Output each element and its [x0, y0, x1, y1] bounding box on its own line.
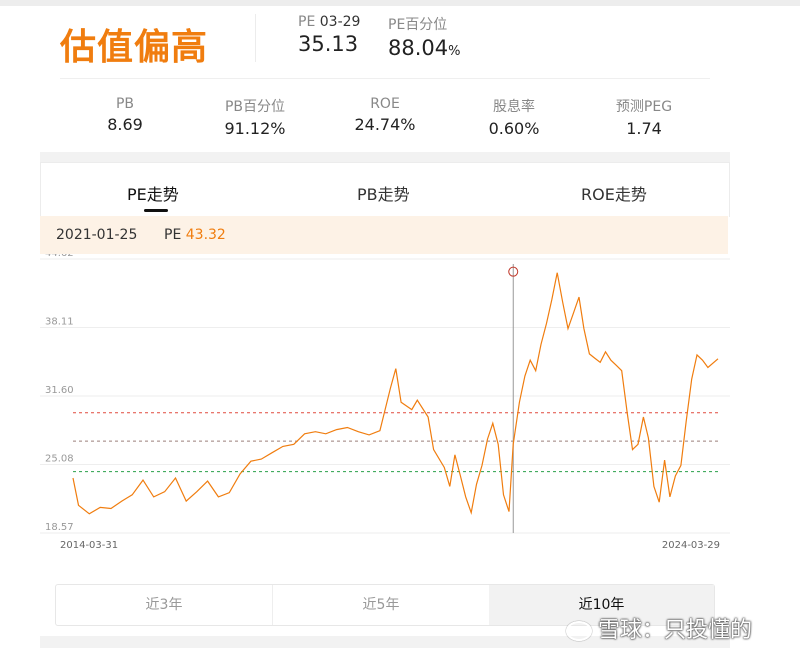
pe-current-label: PE 03-29: [298, 14, 361, 30]
stat-pb-percentile: PB百分位 91.12%: [195, 96, 315, 138]
stat-dividend-yield: 股息率 0.60%: [454, 96, 574, 138]
tab-roe-trend[interactable]: ROE走势: [581, 181, 647, 205]
tooltip-bar: 2021-01-25 PE 43.32: [40, 216, 728, 254]
y-tick-label: 18.57: [45, 522, 74, 533]
header-rule: [60, 78, 710, 79]
active-tab-indicator: [144, 209, 168, 212]
stat-forecast-peg: 预测PEG 1.74: [584, 96, 704, 138]
panel-top-gap: [40, 152, 730, 162]
stat-pb-percentile-value: 91.12%: [224, 119, 286, 138]
valuation-title: 估值偏高: [60, 27, 209, 68]
stat-pb: PB 8.69: [65, 96, 185, 134]
header-divider: [255, 14, 256, 62]
y-tick-label: 38.11: [45, 316, 74, 327]
tab-pb-trend[interactable]: PB走势: [357, 181, 410, 205]
stat-pb-percentile-label: PB百分位: [224, 99, 286, 115]
pe-percentile-label: PE百分位: [388, 17, 448, 33]
tooltip-date: 2021-01-25: [56, 227, 138, 243]
stat-forecast-peg-value: 1.74: [626, 119, 662, 138]
pe-series-line: [72, 272, 719, 516]
pe-trend-chart[interactable]: 44.62 38.11 31.60 25.08 18.57 2014-03-31 2024-…: [40, 254, 730, 554]
stat-dividend-yield-label: 股息率: [493, 99, 535, 115]
y-tick-label: 31.60: [45, 385, 74, 396]
x-tick-label: 2024-03-29: [662, 540, 720, 551]
stat-roe: ROE 24.74%: [325, 96, 445, 134]
pe-current-metric: PE 03-29 35.13: [298, 14, 360, 56]
pe-current-value: 35.13: [298, 32, 359, 56]
y-tick-label: 44.62: [45, 254, 74, 259]
y-tick-label: 25.08: [45, 454, 74, 465]
stat-pb-label: PB: [115, 96, 135, 112]
stat-forecast-peg-label: 预测PEG: [615, 99, 673, 115]
x-tick-label: 2014-03-31: [60, 540, 118, 551]
tooltip-pe-value: 43.32: [185, 227, 226, 243]
xueqiu-watermark: 雪球：只投懂的: [566, 612, 752, 644]
stat-pb-value: 8.69: [107, 115, 143, 134]
stat-roe-label: ROE: [370, 96, 400, 112]
wechat-icon: [566, 621, 592, 641]
pe-percentile-metric: PE百分位 88.04%: [388, 14, 460, 60]
tab-pe-trend[interactable]: PE走势: [127, 181, 179, 205]
tooltip-pe: PE 43.32: [164, 227, 226, 243]
range-3y-button[interactable]: 近3年: [56, 585, 272, 625]
top-border: [0, 0, 800, 6]
stat-dividend-yield-value: 0.60%: [488, 119, 540, 138]
trend-tabs: PE走势 PB走势 ROE走势: [40, 162, 730, 217]
range-5y-button[interactable]: 近5年: [272, 585, 489, 625]
stat-roe-value: 24.74%: [354, 115, 416, 134]
pe-percentile-value: 88.04%: [388, 36, 461, 60]
